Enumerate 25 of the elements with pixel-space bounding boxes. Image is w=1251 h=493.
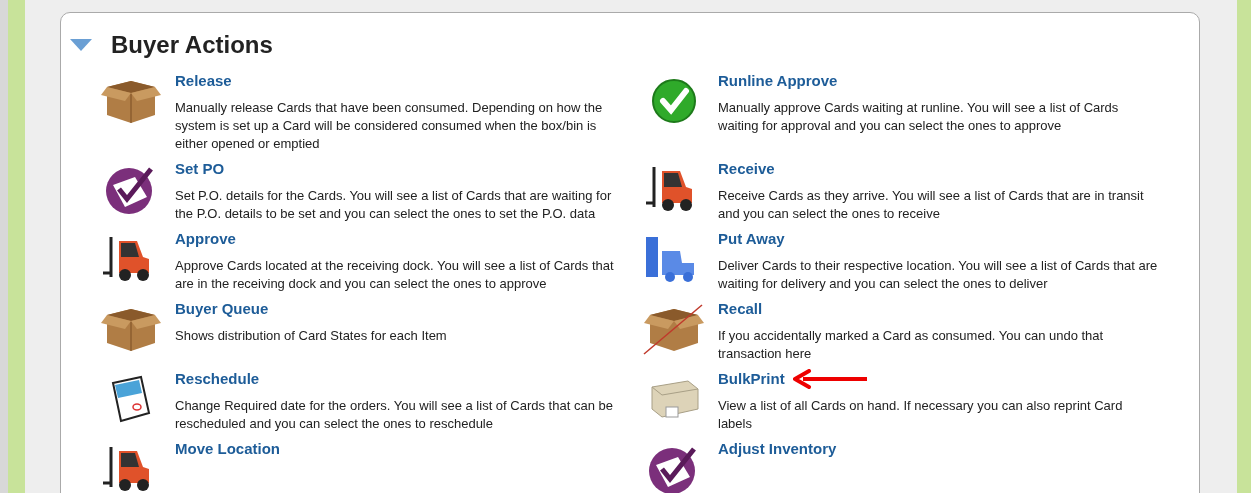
action-link[interactable]: Set PO — [175, 159, 225, 179]
action-link[interactable]: Release — [175, 71, 232, 91]
collapse-toggle-icon[interactable] — [69, 38, 93, 52]
action-description: If you accidentally marked a Card as consumed. You can undo that transaction here — [718, 327, 1105, 363]
action-description: Deliver Cards to their respective location. You will see a list of Cards that are waiting for delivery and you can select the ones to deliver — [718, 257, 1158, 293]
action-link[interactable]: Reschedule — [175, 369, 260, 389]
action-description: View a list of all Cards on hand. If necessary you can also reprint Card labels — [718, 397, 1124, 433]
action-link[interactable]: Receive — [718, 159, 775, 179]
action-description: Receive Cards as they arrive. You will see a list of Cards that are in transit and you can select the ones to receive — [718, 187, 1145, 223]
action-description: Change Required date for the orders. You will see a list of Cards that can be rescheduled and you can select the ones to reschedule — [175, 397, 614, 433]
action-description: Manually approve Cards waiting at runline. You will see a list of Cards waiting for approval and you can select the ones to approve — [718, 99, 1120, 135]
action-description: Manually release Cards that have been consumed. Depending on how the system is set up a Card will be considered consumed when the box/bin is either opened or emptied — [175, 99, 604, 153]
section-title: Buyer Actions — [111, 30, 273, 60]
action-link[interactable]: Put Away — [718, 229, 785, 249]
action-link[interactable]: Runline Approve — [718, 71, 838, 91]
action-link[interactable]: Recall — [718, 299, 763, 319]
action-link[interactable]: Move Location — [175, 439, 280, 459]
action-link[interactable]: Approve — [175, 229, 236, 249]
action-description: Shows distribution of Card States for each Item — [175, 327, 448, 345]
action-link[interactable]: Adjust Inventory — [718, 439, 837, 459]
action-description: Approve Cards located at the receiving dock. You will see a list of Cards that are in the receiving dock and you can select the ones to approve — [175, 257, 615, 293]
crossed-out-box-icon — [641, 303, 706, 355]
action-description: Set P.O. details for the Cards. You will see a list of Cards that are waiting for the P.O. details to be set and you can select the ones to set the P.O. data — [175, 187, 613, 223]
action-link[interactable]: BulkPrint — [718, 369, 785, 389]
action-link[interactable]: Buyer Queue — [175, 299, 269, 319]
